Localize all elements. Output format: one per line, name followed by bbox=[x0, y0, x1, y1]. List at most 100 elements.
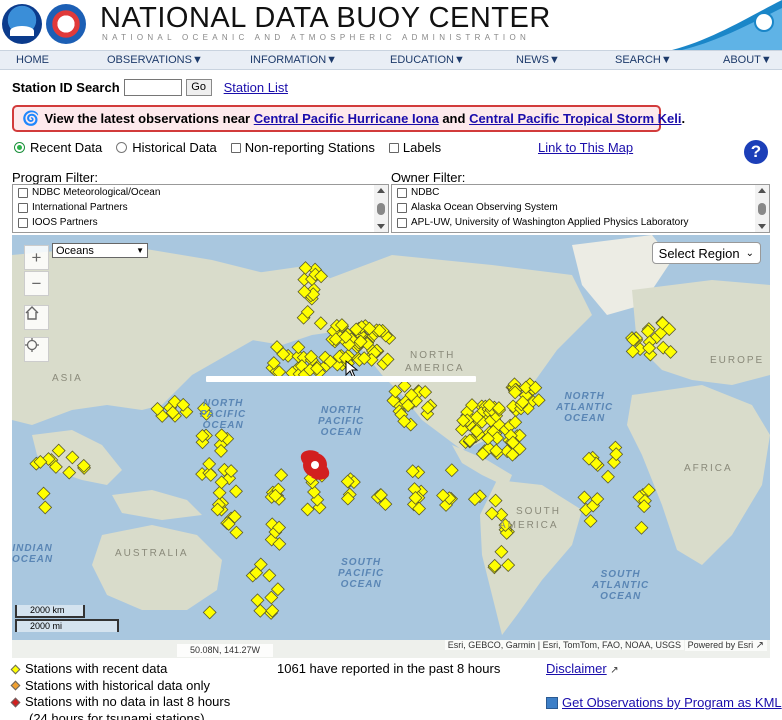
label-indian-ocean: INDIAN OCEAN bbox=[12, 543, 54, 565]
historical-data-radio[interactable] bbox=[116, 142, 128, 153]
legend-recent: Stations with recent data bbox=[10, 661, 230, 678]
link-to-map[interactable]: Link to This Map bbox=[538, 140, 633, 155]
label-south-atlantic: SOUTH ATLANTIC OCEAN bbox=[592, 569, 650, 602]
nonreporting-option[interactable]: Non-reporting Stations bbox=[230, 140, 375, 155]
owner-item-label: APL-UW, University of Washington Applied… bbox=[411, 217, 689, 228]
nonreporting-checkbox[interactable] bbox=[230, 142, 241, 153]
scroll-down-icon[interactable] bbox=[758, 224, 766, 229]
chevron-down-icon: ⌄ bbox=[745, 247, 754, 259]
hurricane-icon: 🌀 bbox=[22, 110, 40, 126]
orange-diamond-icon bbox=[10, 680, 21, 691]
label-north-pacific-east: NORTH PACIFIC OCEAN bbox=[318, 405, 365, 438]
reported-count: 1061 have reported in the past 8 hours bbox=[277, 661, 501, 676]
program-item-label: NDBC Meteorological/Ocean bbox=[32, 187, 161, 198]
chevron-down-icon: ▼ bbox=[136, 246, 144, 255]
hurricane-iona-link[interactable]: Central Pacific Hurricane Iona bbox=[254, 111, 439, 126]
storm-keli-link[interactable]: Central Pacific Tropical Storm Keli bbox=[469, 111, 681, 126]
labels-option[interactable]: Labels bbox=[388, 140, 442, 155]
program-checkbox[interactable] bbox=[18, 202, 28, 213]
site-subtitle: NATIONAL OCEANIC AND ATMOSPHERIC ADMINIS… bbox=[102, 33, 531, 42]
label-south-america-2: AMERICA bbox=[499, 520, 559, 531]
label-africa: AFRICA bbox=[684, 463, 733, 474]
nav-news[interactable]: NEWS▼ bbox=[516, 54, 560, 66]
label-south-america-1: SOUTH bbox=[516, 506, 561, 517]
basemap-select[interactable]: Oceans ▼ bbox=[52, 243, 148, 258]
program-filter-list[interactable]: NDBC Meteorological/Ocean International … bbox=[12, 184, 389, 233]
historical-data-option[interactable]: Historical Data bbox=[116, 140, 217, 155]
alert-suffix: . bbox=[681, 111, 686, 126]
program-filter-item[interactable]: NDBC Meteorological/Ocean bbox=[13, 185, 388, 200]
nav-information[interactable]: INFORMATION▼ bbox=[250, 54, 337, 66]
map-legend: Stations with recent data Stations with … bbox=[10, 661, 230, 720]
help-icon[interactable]: ? bbox=[744, 140, 768, 164]
owner-filter-item[interactable]: APL-UW, University of Washington Applied… bbox=[392, 215, 769, 230]
recent-data-radio[interactable] bbox=[14, 142, 25, 153]
kml-icon bbox=[546, 696, 558, 709]
program-filter-item[interactable]: International Partners bbox=[13, 200, 388, 215]
program-filter-item[interactable]: IOOS Partners bbox=[13, 215, 388, 230]
disclaimer-link[interactable]: Disclaimer ↗ bbox=[546, 661, 619, 676]
station-list-link[interactable]: Station List bbox=[224, 80, 288, 95]
label-europe: EUROPE bbox=[710, 355, 765, 366]
labels-label: Labels bbox=[402, 140, 442, 155]
selection-highlight-bar bbox=[206, 376, 476, 382]
cursor-coordinates: 50.08N, 141.27W bbox=[177, 644, 273, 657]
owner-filter-scrollbar[interactable] bbox=[755, 185, 769, 232]
program-item-label: IOOS Partners bbox=[32, 217, 98, 228]
nav-search[interactable]: SEARCH▼ bbox=[615, 54, 672, 66]
nav-about[interactable]: ABOUT▼ bbox=[723, 54, 772, 66]
nav-home[interactable]: HOME bbox=[16, 54, 49, 66]
owner-checkbox[interactable] bbox=[397, 217, 407, 228]
program-checkbox[interactable] bbox=[18, 217, 28, 228]
program-item-label: International Partners bbox=[32, 202, 128, 213]
scroll-thumb[interactable] bbox=[758, 203, 766, 215]
site-title: NATIONAL DATA BUOY CENTER bbox=[100, 2, 551, 34]
owner-filter-item[interactable]: Alaska Ocean Observing System bbox=[392, 200, 769, 215]
scroll-down-icon[interactable] bbox=[377, 224, 385, 229]
select-region-label: Select Region bbox=[658, 245, 740, 261]
owner-checkbox[interactable] bbox=[397, 202, 407, 213]
station-map[interactable]: ASIA NORTH AMERICA EUROPE AFRICA SOUTH A… bbox=[12, 235, 770, 658]
program-filter-scrollbar[interactable] bbox=[374, 185, 388, 232]
data-options-row: Recent Data Historical Data Non-reportin… bbox=[14, 139, 455, 156]
nav-observations[interactable]: OBSERVATIONS▼ bbox=[107, 54, 203, 66]
program-filter-label: Program Filter: bbox=[12, 170, 98, 185]
program-checkbox[interactable] bbox=[18, 187, 28, 198]
powered-by-esri-link[interactable]: Powered by Esri ↗ bbox=[684, 640, 767, 651]
owner-filter-item[interactable]: NDBC bbox=[392, 185, 769, 200]
yellow-diamond-icon bbox=[10, 664, 21, 675]
kml-link-label[interactable]: Get Observations by Program as KML bbox=[562, 695, 782, 710]
nws-logo-icon[interactable] bbox=[46, 4, 86, 44]
scale-km: 2000 km bbox=[15, 605, 85, 618]
owner-item-label: Alaska Ocean Observing System bbox=[411, 202, 558, 213]
map-basemap bbox=[12, 235, 770, 658]
owner-filter-list[interactable]: NDBC Alaska Ocean Observing System APL-U… bbox=[391, 184, 770, 233]
station-id-input[interactable] bbox=[123, 78, 182, 96]
site-header: NATIONAL DATA BUOY CENTER NATIONAL OCEAN… bbox=[0, 0, 782, 50]
go-button[interactable]: Go bbox=[185, 78, 212, 96]
locate-button[interactable] bbox=[24, 337, 49, 362]
owner-filter-label: Owner Filter: bbox=[391, 170, 466, 185]
red-diamond-icon bbox=[10, 697, 21, 708]
recent-data-option[interactable]: Recent Data bbox=[14, 140, 102, 155]
noaa-logo-icon[interactable] bbox=[2, 4, 42, 44]
label-australia: AUSTRALIA bbox=[115, 548, 189, 559]
zoom-out-button[interactable]: − bbox=[24, 271, 49, 296]
owner-checkbox[interactable] bbox=[397, 187, 407, 198]
select-region-dropdown[interactable]: Select Region ⌄ bbox=[651, 242, 761, 264]
zoom-in-button[interactable]: + bbox=[24, 245, 49, 270]
label-south-pacific: SOUTH PACIFIC OCEAN bbox=[338, 557, 385, 590]
scroll-up-icon[interactable] bbox=[377, 188, 385, 193]
label-north-america-2: AMERICA bbox=[405, 363, 465, 374]
home-extent-button[interactable] bbox=[24, 305, 49, 330]
labels-checkbox[interactable] bbox=[388, 142, 399, 153]
legend-nodata: Stations with no data in last 8 hours bbox=[10, 694, 230, 711]
scroll-thumb[interactable] bbox=[377, 203, 385, 215]
main-nav: HOME OBSERVATIONS▼ INFORMATION▼ EDUCATIO… bbox=[0, 50, 782, 70]
kml-link[interactable]: Get Observations by Program as KML bbox=[546, 695, 782, 710]
nav-education[interactable]: EDUCATION▼ bbox=[390, 54, 465, 66]
legend-historical: Stations with historical data only bbox=[10, 678, 230, 695]
scroll-up-icon[interactable] bbox=[758, 188, 766, 193]
scale-mi: 2000 mi bbox=[15, 619, 119, 632]
station-search-row: Station ID Search Go Station List bbox=[12, 78, 288, 96]
